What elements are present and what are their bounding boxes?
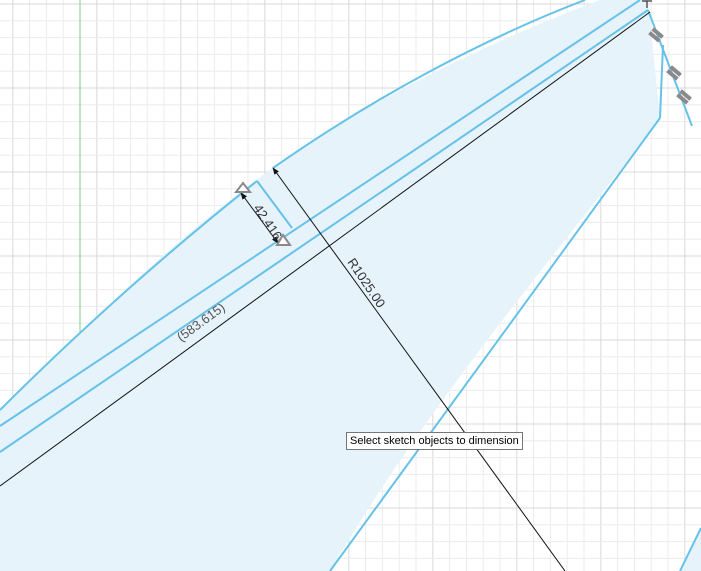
dimension-tooltip: Select sketch objects to dimension (346, 432, 523, 450)
tip-vertical-line[interactable] (659, 44, 664, 119)
profile-region[interactable] (0, 0, 660, 571)
sketch-canvas[interactable]: 42.416 R1025.00 (583.615) Select sketch … (0, 0, 701, 571)
sketch-viewport[interactable]: 42.416 R1025.00 (583.615) (0, 0, 701, 571)
